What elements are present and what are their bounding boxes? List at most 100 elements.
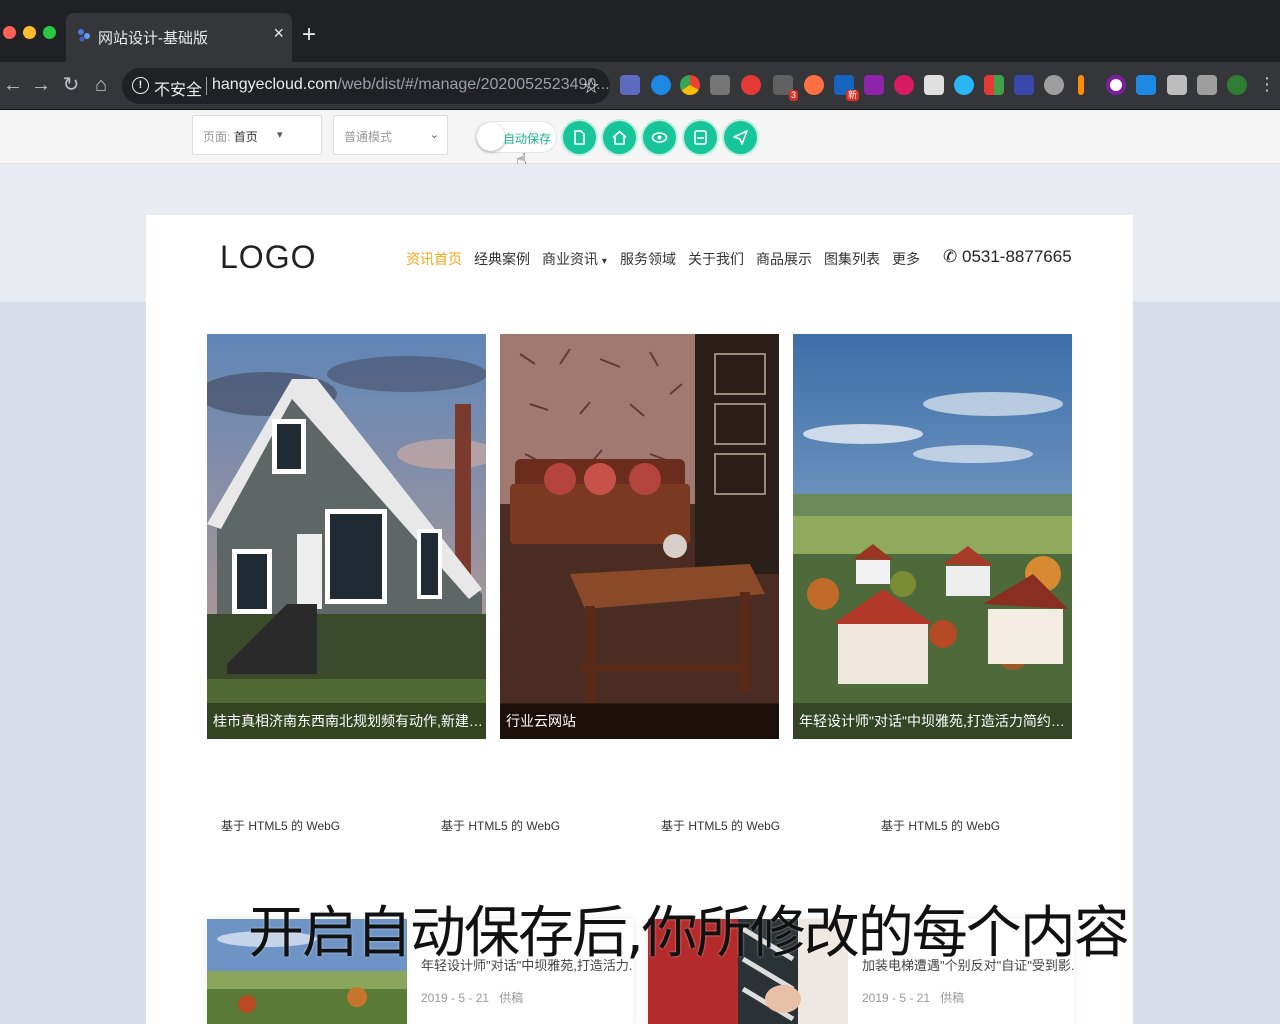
extension-badge: 3 — [788, 90, 798, 101]
toggle-knob — [477, 123, 505, 151]
gallery-caption: 桂市真相济南东西南北规划频有动作,新建多所学... — [207, 703, 486, 739]
extension-icon[interactable] — [710, 75, 730, 95]
bookmark-star-icon[interactable]: ☆ — [582, 74, 600, 99]
extension-icon[interactable] — [894, 75, 914, 95]
chevron-down-icon: ⌄ — [429, 129, 439, 141]
mode-select-value: 普通模式 — [344, 130, 393, 144]
nav-item-more[interactable]: 更多 — [892, 249, 920, 269]
chevron-down-icon: ▾ — [277, 129, 283, 141]
info-icon[interactable]: ! — [132, 77, 149, 94]
village-photo — [793, 334, 1072, 739]
home-icon — [612, 130, 627, 145]
address-bar[interactable]: ! 不安全 hangyecloud.com/web/dist/#/manage/… — [122, 68, 610, 104]
chevron-down-icon: ▾ — [601, 256, 607, 267]
extension-icon[interactable] — [1014, 75, 1034, 95]
news-meta: 2019 - 5 - 21 供稿 — [862, 989, 964, 1006]
autosave-toggle[interactable]: 自动保存 — [476, 122, 556, 152]
gallery-caption: 年轻设计师"对话"中坝雅苑,打造活力简约之家 — [793, 703, 1072, 739]
extension-icon[interactable] — [1044, 75, 1064, 95]
editor-toolbar: 页面: 首页 ▾ 普通模式 ⌄ 自动保存 — [0, 110, 1280, 164]
news-source: 供稿 — [499, 991, 524, 1005]
reading-list-icon[interactable] — [1197, 75, 1217, 95]
save-icon — [694, 130, 707, 145]
tab-close-icon[interactable]: × — [273, 23, 284, 43]
browser-tab[interactable]: 网站设计-基础版 × — [66, 13, 292, 62]
reload-icon[interactable]: ↻ — [58, 72, 84, 98]
extension-badge: 新 — [845, 90, 859, 101]
news-date: 2019 - 5 - 21 — [421, 991, 490, 1005]
extension-icon[interactable] — [864, 75, 884, 95]
save-button[interactable] — [684, 121, 717, 154]
site-logo[interactable]: LOGO — [220, 239, 316, 276]
publish-button[interactable] — [724, 121, 757, 154]
nav-item-business-news[interactable]: 商业资讯 ▾ — [542, 249, 607, 269]
adblock-extension-icon[interactable] — [741, 75, 761, 95]
extension-icon[interactable] — [620, 75, 640, 95]
page-manage-button[interactable] — [563, 121, 596, 154]
document-icon — [574, 130, 585, 145]
phone-number: ✆ 0531-8877665 — [943, 247, 1072, 267]
new-tab-button[interactable]: + — [302, 22, 316, 48]
gallery-card[interactable]: 桂市真相济南东西南北规划频有动作,新建多所学... — [207, 334, 486, 739]
browser-toolbar: ← → ↻ ⌂ ! 不安全 hangyecloud.com/web/dist/#… — [0, 62, 1280, 110]
url-host: hangyecloud.com — [212, 76, 338, 93]
back-arrow-icon[interactable]: ← — [0, 72, 26, 98]
nav-item-services[interactable]: 服务领域 — [620, 249, 676, 269]
extension-icon[interactable] — [1106, 75, 1126, 95]
extension-icon[interactable] — [924, 75, 944, 95]
nav-item-news-home[interactable]: 资讯首页 — [406, 249, 462, 269]
house-photo — [207, 334, 486, 739]
page-select-prefix: 页面: — [203, 130, 231, 144]
window-zoom-button[interactable] — [43, 26, 56, 39]
news-source: 供稿 — [940, 991, 965, 1005]
feature-subtitle: 基于 HTML5 的 WebG — [661, 819, 781, 833]
extension-icon[interactable] — [1136, 75, 1156, 95]
extension-icon[interactable] — [1078, 75, 1084, 95]
nav-item-products[interactable]: 商品展示 — [756, 249, 812, 269]
feature-subtitle: 基于 HTML5 的 WebG — [221, 819, 341, 833]
home-page-button[interactable] — [603, 121, 636, 154]
gallery-caption: 行业云网站 — [500, 703, 779, 739]
extension-icon[interactable]: 新 — [834, 75, 859, 101]
gallery-card[interactable]: 年轻设计师"对话"中坝雅苑,打造活力简约之家 — [793, 334, 1072, 739]
page-select-value: 首页 — [233, 130, 258, 144]
phone-icon: ✆ — [943, 247, 958, 266]
nav-item-label: 商业资讯 — [542, 251, 598, 267]
extension-icon[interactable] — [984, 75, 1004, 95]
page-select[interactable]: 页面: 首页 ▾ — [192, 115, 322, 155]
gallery-card[interactable]: 行业云网站 — [500, 334, 779, 739]
nav-item-gallery[interactable]: 图集列表 — [824, 249, 880, 269]
url-text[interactable]: hangyecloud.com/web/dist/#/manage/202005… — [212, 76, 610, 94]
extension-icon[interactable] — [804, 75, 824, 95]
browser-tab-bar: 网站设计-基础版 × + — [0, 0, 1280, 62]
autosave-label: 自动保存 — [503, 132, 552, 146]
site-favicon-icon — [78, 29, 90, 42]
profile-avatar[interactable] — [1227, 75, 1247, 95]
phone-text: 0531-8877665 — [961, 247, 1072, 266]
feature-subtitle: 基于 HTML5 的 WebG — [441, 819, 561, 833]
send-icon — [733, 130, 748, 145]
chrome-extension-icon[interactable] — [680, 75, 700, 95]
extensions-puzzle-icon[interactable] — [1167, 75, 1187, 95]
extension-icon[interactable] — [954, 75, 974, 95]
forward-arrow-icon[interactable]: → — [28, 72, 54, 98]
window-close-button[interactable] — [3, 26, 16, 39]
browser-menu-icon[interactable]: ⋮ — [1258, 75, 1278, 95]
mode-select[interactable]: 普通模式 ⌄ — [333, 115, 448, 155]
tab-title: 网站设计-基础版 — [98, 30, 208, 47]
feature-subtitle: 基于 HTML5 的 WebG — [881, 819, 1001, 833]
extension-icon[interactable]: 3 — [773, 75, 798, 101]
omnibox-divider — [206, 77, 207, 95]
nav-item-about[interactable]: 关于我们 — [688, 249, 744, 269]
extension-icon[interactable] — [651, 75, 671, 95]
window-minimize-button[interactable] — [23, 26, 36, 39]
preview-button[interactable] — [643, 121, 676, 154]
news-meta: 2019 - 5 - 21 供稿 — [421, 989, 523, 1006]
news-date: 2019 - 5 - 21 — [862, 991, 931, 1005]
url-path: /web/dist/#/manage/2020052523490... — [337, 76, 610, 93]
nav-item-cases[interactable]: 经典案例 — [474, 249, 530, 269]
home-icon[interactable]: ⌂ — [88, 72, 114, 98]
eye-icon — [651, 132, 668, 143]
tutorial-subtitle-caption: 开启自动保存后,你所修改的每个内容 — [248, 901, 1130, 966]
security-label: 不安全 — [154, 82, 203, 99]
